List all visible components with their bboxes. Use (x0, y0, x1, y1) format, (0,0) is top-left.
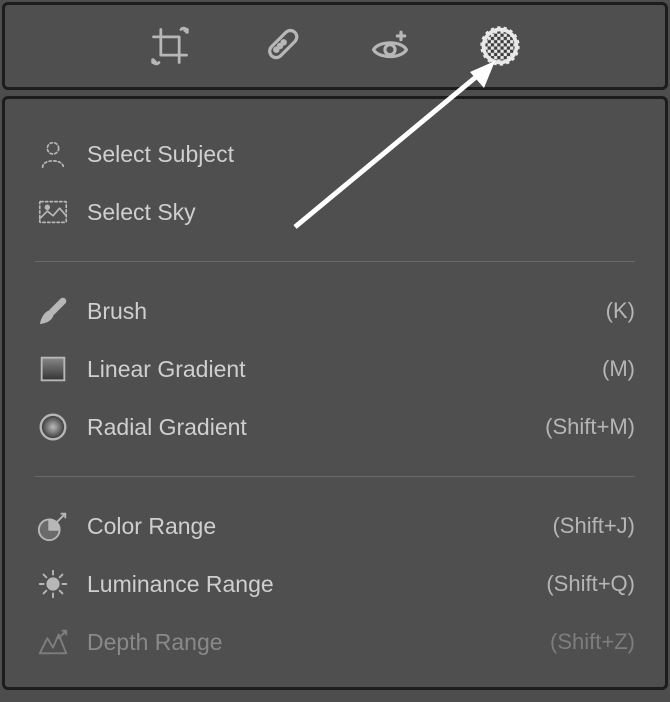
luminance-icon (35, 566, 71, 602)
menu-item-depth-range: Depth Range (Shift+Z) (35, 613, 635, 671)
menu-label: Radial Gradient (87, 414, 545, 441)
depth-icon (35, 624, 71, 660)
color-range-icon (35, 508, 71, 544)
menu-item-color-range[interactable]: Color Range (Shift+J) (35, 497, 635, 555)
radial-gradient-icon (35, 409, 71, 445)
masking-menu-panel: Select Subject Select Sky Brush (2, 96, 668, 690)
menu-label: Linear Gradient (87, 356, 602, 383)
menu-label: Brush (87, 298, 606, 325)
menu-label: Luminance Range (87, 571, 546, 598)
crop-tool-icon[interactable] (145, 21, 195, 71)
shortcut: (K) (606, 298, 635, 324)
linear-gradient-icon (35, 351, 71, 387)
menu-item-select-subject[interactable]: Select Subject (35, 125, 635, 183)
sky-icon (35, 194, 71, 230)
menu-label: Color Range (87, 513, 552, 540)
menu-item-brush[interactable]: Brush (K) (35, 282, 635, 340)
masking-tool-icon[interactable] (475, 21, 525, 71)
shortcut: (Shift+Q) (546, 571, 635, 597)
divider (35, 261, 635, 262)
menu-item-luminance-range[interactable]: Luminance Range (Shift+Q) (35, 555, 635, 613)
menu-label: Select Subject (87, 141, 635, 168)
shortcut: (M) (602, 356, 635, 382)
menu-label: Select Sky (87, 199, 635, 226)
shortcut: (Shift+M) (545, 414, 635, 440)
person-icon (35, 136, 71, 172)
heal-tool-icon[interactable] (255, 21, 305, 71)
tool-strip (2, 2, 668, 90)
shortcut: (Shift+J) (552, 513, 635, 539)
brush-icon (35, 293, 71, 329)
menu-item-linear-gradient[interactable]: Linear Gradient (M) (35, 340, 635, 398)
divider (35, 476, 635, 477)
menu-label: Depth Range (87, 629, 550, 656)
menu-item-radial-gradient[interactable]: Radial Gradient (Shift+M) (35, 398, 635, 456)
menu-item-select-sky[interactable]: Select Sky (35, 183, 635, 241)
shortcut: (Shift+Z) (550, 629, 635, 655)
redeye-tool-icon[interactable] (365, 21, 415, 71)
